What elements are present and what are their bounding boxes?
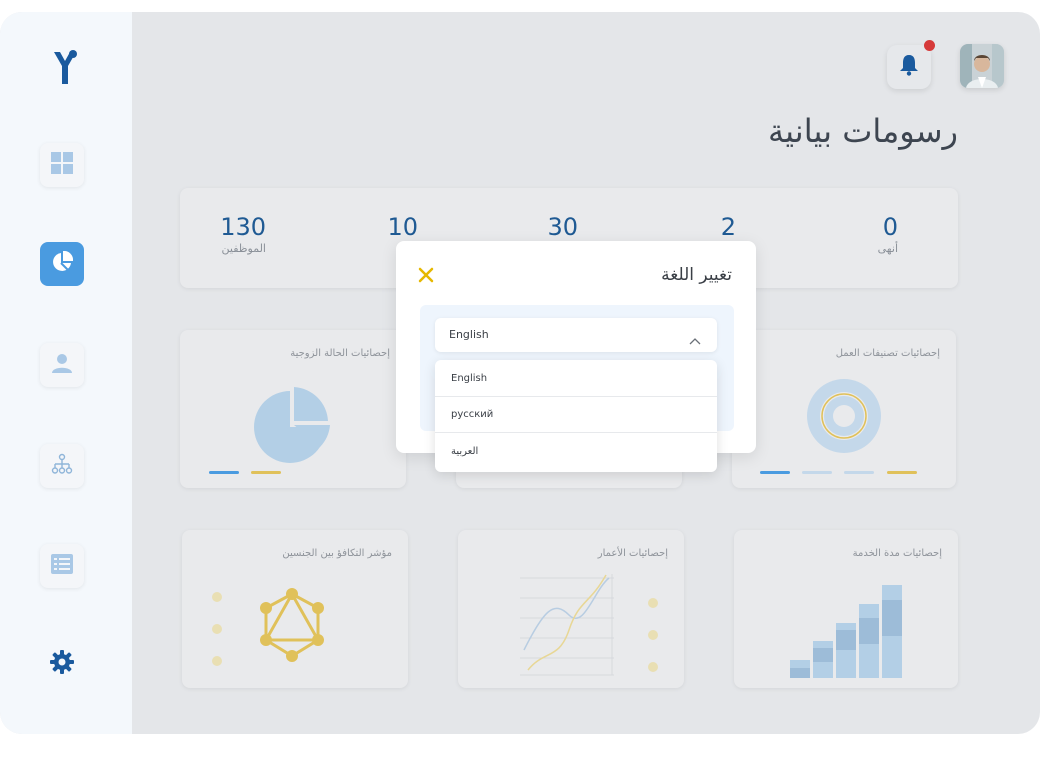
select-value: English — [449, 328, 489, 341]
legend-bar — [802, 471, 832, 474]
gear-icon — [49, 649, 75, 679]
language-select[interactable]: English — [435, 318, 717, 352]
network-graphic — [212, 588, 324, 666]
list-icon — [51, 554, 73, 578]
user-icon — [51, 352, 73, 378]
stat-label: الموظفين — [221, 242, 266, 255]
legend-bar — [251, 471, 281, 474]
legend-bar — [887, 471, 917, 474]
modal-title: تغيير اللغة — [661, 265, 732, 285]
card-title: إحصائيات تصنيفات العمل — [835, 348, 940, 359]
pie-chart-graphic — [254, 387, 330, 463]
legend-bar — [760, 471, 790, 474]
pie-chart-icon — [51, 250, 74, 277]
notifications-button[interactable] — [887, 45, 931, 89]
card-title: إحصائيات مدة الخدمة — [852, 548, 942, 559]
stat-employees: 130 الموظفين — [220, 214, 266, 255]
dashboard-icon — [51, 152, 73, 178]
stat-finished: 0 أنهى — [878, 214, 898, 255]
legend-bar — [844, 471, 874, 474]
card-marital-status[interactable]: إحصائيات الحالة الزوجية — [180, 330, 406, 488]
avatar[interactable] — [960, 44, 1004, 88]
sidebar-item-charts[interactable] — [40, 242, 84, 286]
bell-icon — [899, 54, 919, 80]
card-ages[interactable]: إحصائيات الأعمار — [458, 530, 684, 688]
sidebar-item-list[interactable] — [40, 544, 84, 588]
stat-value: 0 — [882, 213, 898, 241]
option-label: English — [451, 373, 488, 384]
sidebar-item-settings[interactable] — [40, 642, 84, 686]
card-title: إحصائيات الحالة الزوجية — [290, 348, 390, 359]
donut-chart-graphic — [807, 379, 881, 453]
legend-bar — [209, 471, 239, 474]
stat-value: 10 — [387, 213, 418, 241]
stat-value: 130 — [220, 213, 266, 241]
stat-item: 30 — [547, 214, 578, 242]
card-gender-parity[interactable]: مؤشر التكافؤ بين الجنسين — [182, 530, 408, 688]
close-icon — [416, 267, 436, 289]
card-service-duration[interactable]: إحصائيات مدة الخدمة — [734, 530, 958, 688]
stat-label: أنهى — [877, 242, 898, 255]
sidebar-item-structure[interactable] — [40, 444, 84, 488]
org-chart-icon — [51, 453, 73, 479]
line-chart-graphic — [520, 574, 658, 676]
language-option-english[interactable]: English — [435, 360, 717, 397]
stat-item: 2 — [721, 214, 736, 242]
card-title: مؤشر التكافؤ بين الجنسين — [282, 548, 392, 559]
sidebar-item-employees[interactable] — [40, 343, 84, 387]
chevron-up-icon — [689, 330, 701, 349]
language-dropdown: English русский العربية — [435, 360, 717, 472]
stat-value: 2 — [720, 213, 736, 241]
card-job-classifications[interactable]: إحصائيات تصنيفات العمل — [732, 330, 956, 488]
sidebar — [0, 12, 132, 734]
option-label: русский — [451, 409, 494, 420]
option-label: العربية — [451, 446, 479, 457]
card-title: إحصائيات الأعمار — [597, 548, 668, 559]
close-button[interactable] — [416, 265, 436, 285]
language-option-russian[interactable]: русский — [435, 396, 717, 433]
logo — [50, 48, 80, 88]
page-title: رسومات بيانية — [767, 112, 958, 150]
notification-badge — [924, 40, 935, 51]
sidebar-item-dashboard[interactable] — [40, 143, 84, 187]
bar-chart-graphic — [790, 585, 902, 678]
language-option-arabic[interactable]: العربية — [435, 433, 717, 469]
stat-value: 30 — [547, 213, 578, 241]
